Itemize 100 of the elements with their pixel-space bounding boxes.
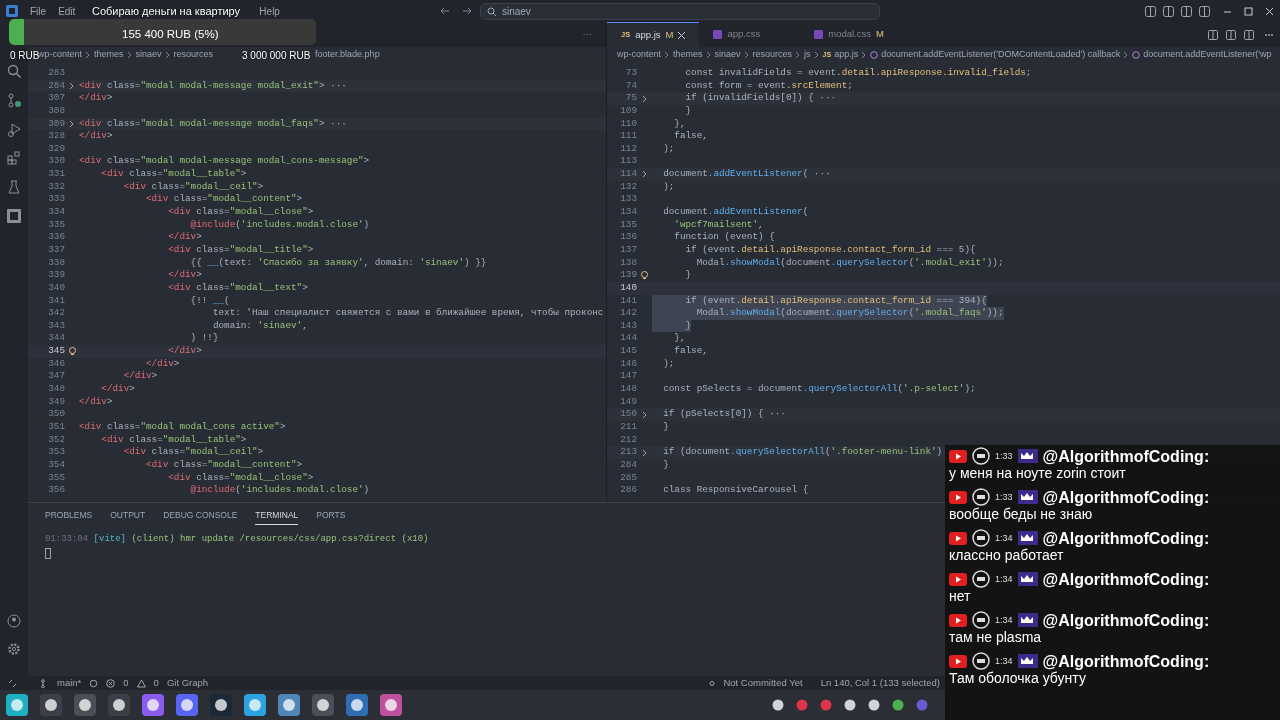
breadcrumb[interactable]: sinaev <box>714 48 741 62</box>
chat-username: @AlgorithmofCoding: <box>1042 570 1210 588</box>
search-field[interactable]: sinaev <box>479 2 880 20</box>
panel-tab[interactable]: OUTPUT <box>110 509 146 525</box>
code-line: text: 'Наш специалист свяжется с вами в ближайшее время, чтобы проконс <box>211 307 604 320</box>
git-branch[interactable]: main* <box>57 675 82 691</box>
menu-item[interactable]: Help <box>259 3 280 19</box>
layout-icon[interactable] <box>1145 5 1156 17</box>
chat-message: Там оболочка убунту <box>949 670 1087 687</box>
breadcrumb[interactable]: wp-content <box>617 48 662 62</box>
source-control-icon[interactable] <box>6 93 22 108</box>
search-icon[interactable] <box>6 64 22 79</box>
panel-tab[interactable]: DEBUG CONSOLE <box>163 509 238 525</box>
maximize-icon[interactable] <box>1243 5 1254 17</box>
flask-icon[interactable] <box>6 180 22 195</box>
fold-chevron-icon[interactable] <box>69 119 75 128</box>
code-line: <div class="modal modal-message modal_cons-message"> <box>79 155 370 169</box>
split-editor-icon[interactable] <box>1244 30 1254 40</box>
editor-tab[interactable]: app.css <box>699 22 801 47</box>
line-number: 283 <box>47 67 65 80</box>
template-icon[interactable] <box>6 209 22 224</box>
sidebar-toggle-icon[interactable] <box>1163 5 1174 17</box>
line-number: 332 <box>47 180 65 194</box>
compare-icon[interactable] <box>1208 30 1218 40</box>
panel-tab[interactable]: PROBLEMS <box>45 509 93 525</box>
record-dot-icon[interactable] <box>820 699 832 711</box>
more-actions[interactable]: ··· <box>568 22 606 47</box>
breadcrumb[interactable]: themes <box>673 48 703 62</box>
symbol-icon <box>1132 51 1141 59</box>
sync-icon[interactable] <box>89 678 99 688</box>
code-line: class ResponsiveCarousel { <box>662 484 809 497</box>
panel-tab[interactable]: PORTS <box>316 509 346 525</box>
code-line: document.addEventListener( ··· <box>662 168 831 181</box>
breadcrumb[interactable]: document.addEventListener('DOMContentLoaded') callback <box>881 48 1121 62</box>
menu-item[interactable]: Edit <box>58 3 76 19</box>
breadcrumb[interactable]: footer.blade.php <box>315 48 380 62</box>
fold-chevron-icon[interactable] <box>641 94 648 103</box>
run-debug-icon[interactable] <box>6 122 22 137</box>
breadcrumb[interactable]: js <box>804 48 811 62</box>
line-number: 74 <box>624 79 637 93</box>
code-line: } <box>684 269 692 282</box>
line-number: 284 <box>47 79 65 93</box>
fold-chevron-icon[interactable] <box>641 410 648 419</box>
extensions-icon[interactable] <box>6 151 22 166</box>
close-icon[interactable] <box>1264 5 1275 17</box>
avatar-icon <box>972 652 990 670</box>
record-dot-icon[interactable] <box>796 699 808 711</box>
line-number: 150 <box>619 408 637 421</box>
code-line: <div class="modal__close"> <box>167 471 314 485</box>
line-number: 145 <box>619 345 637 358</box>
crown-badge-icon <box>1017 449 1038 463</box>
fold-chevron-icon[interactable] <box>69 81 75 90</box>
terminal-cursor <box>45 548 51 560</box>
secondary-sidebar-icon[interactable] <box>1199 5 1210 17</box>
forward-arrow-icon[interactable] <box>461 6 472 16</box>
launcher-icon[interactable] <box>6 694 28 716</box>
lightbulb-icon[interactable] <box>641 271 648 281</box>
back-arrow-icon[interactable] <box>439 6 450 16</box>
line-number: 109 <box>619 104 637 118</box>
commit-icon <box>709 678 716 688</box>
code-line: </div> <box>167 269 202 282</box>
breadcrumb[interactable]: app.js <box>834 48 859 62</box>
swap-icon[interactable] <box>1226 30 1236 40</box>
error-count[interactable]: 0 <box>123 675 129 691</box>
fold-chevron-icon[interactable] <box>641 448 648 457</box>
play-logo-icon <box>949 531 967 545</box>
modified-indicator: M <box>665 27 674 42</box>
panel-tab[interactable]: TERMINAL <box>255 509 299 525</box>
warning-count[interactable]: 0 <box>153 675 159 691</box>
line-number: 138 <box>619 256 637 270</box>
fold-chevron-icon[interactable] <box>641 170 648 179</box>
breadcrumb[interactable]: resources <box>173 48 214 62</box>
breadcrumb[interactable]: sinaev <box>135 48 162 62</box>
terminal-icon[interactable] <box>74 694 96 716</box>
search-icon <box>486 6 496 16</box>
breadcrumb[interactable]: resources <box>752 48 793 62</box>
notification-icon[interactable] <box>772 699 784 711</box>
breadcrumb[interactable]: document.addEventListener('wp <box>1143 48 1272 62</box>
menu-item[interactable]: File <box>30 3 47 19</box>
chevron-icon <box>164 51 171 59</box>
line-number: 141 <box>619 294 637 308</box>
code-line: const invalidFields = event.detail.apiResponse.invalid_fields; <box>684 67 1032 80</box>
cursor-position[interactable]: Ln 140, Col 1 (133 selected) <box>820 675 940 691</box>
line-number: 143 <box>619 319 637 333</box>
close-icon[interactable] <box>678 31 686 39</box>
line-number: 112 <box>619 142 637 156</box>
settings-icon[interactable] <box>7 642 21 656</box>
breadcrumb[interactable]: themes <box>94 48 124 62</box>
editor-tab[interactable]: modal.css M <box>800 22 898 47</box>
account-icon[interactable] <box>7 614 21 628</box>
remote-icon[interactable] <box>8 678 17 688</box>
settings-sliders-icon[interactable] <box>40 694 62 716</box>
git-graph-button[interactable]: Git Graph <box>166 675 209 691</box>
line-number: 308 <box>47 104 65 118</box>
blame-status[interactable]: Not Committed Yet <box>723 675 803 691</box>
line-number: 344 <box>47 332 65 346</box>
panel-toggle-icon[interactable] <box>1181 5 1192 17</box>
lightbulb-icon[interactable] <box>68 346 76 356</box>
breadcrumb[interactable]: wp-content <box>38 48 83 62</box>
message-time: 1:34 <box>995 572 1013 586</box>
